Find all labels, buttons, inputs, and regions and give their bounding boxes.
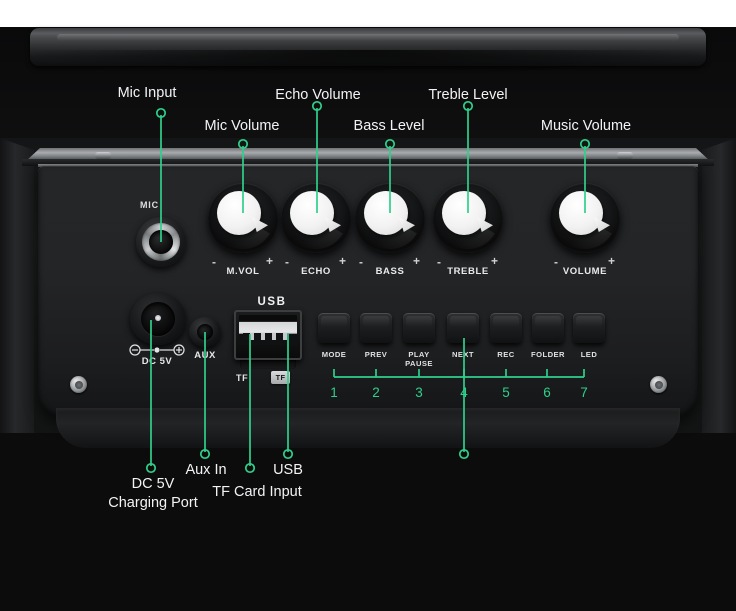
knob-pointer-cap (217, 191, 261, 235)
callout-dc-port-line2: Charging Port (108, 495, 198, 511)
usb-port[interactable] (234, 310, 302, 360)
callout-usb: USB (273, 462, 303, 478)
button-label-led: LED (580, 350, 598, 359)
dc-polarity-symbol (126, 343, 188, 356)
knob-echo[interactable] (281, 183, 351, 253)
knob-volume[interactable] (550, 183, 620, 253)
usb-port-contacts (243, 333, 287, 340)
dc-jack-center-pin (155, 315, 161, 321)
dc-jack-label: DC 5V (141, 356, 173, 367)
callout-aux-in: Aux In (185, 462, 227, 478)
knob-label-volume: VOLUME (562, 266, 608, 277)
callout-tf-card-input: TF Card Input (212, 484, 302, 500)
handle-shadow (20, 50, 716, 76)
knob-pointer-cap (559, 191, 603, 235)
white-margin-top (0, 0, 736, 27)
aux-jack-hole (197, 324, 213, 340)
shell-right-bevel (702, 138, 736, 433)
screw-bottom-right (650, 376, 667, 393)
tf-card-icon: TF (271, 371, 290, 384)
mic-jack-hole (149, 230, 173, 254)
tf-slot-label: TF (236, 373, 249, 383)
mic-input-jack[interactable] (136, 217, 186, 267)
knob-pointer-cap (290, 191, 334, 235)
aux-jack-label: AUX (194, 350, 216, 361)
button-mode[interactable] (318, 313, 350, 343)
callout-dc-port-line1: DC 5V (131, 476, 175, 492)
usb-port-mouth (239, 315, 297, 345)
knob-m-vol[interactable] (208, 183, 278, 253)
mic-jack-label: MIC (140, 200, 159, 210)
button-folder[interactable] (532, 313, 564, 343)
faceplate-bottom-lip (56, 408, 680, 448)
dc-5v-charging-jack[interactable] (130, 293, 186, 345)
knob-bass[interactable] (355, 183, 425, 253)
speaker-control-panel-diagram: MIC DC 5V AUX USB TF TF - + M.VOL - + ECHO - (0, 0, 736, 611)
button-next[interactable] (447, 313, 479, 343)
knob-label-treble: TREBLE (447, 266, 489, 277)
button-play[interactable] (403, 313, 435, 343)
tf-card-slot[interactable] (240, 360, 296, 369)
knob-pointer-cap (364, 191, 408, 235)
trim-nub-left (95, 152, 111, 159)
shell-left-bevel (0, 138, 34, 433)
button-rec[interactable] (490, 313, 522, 343)
button-label2-play: PAUSE (405, 359, 433, 368)
button-led[interactable] (573, 313, 605, 343)
knob-pointer-cap (442, 191, 486, 235)
aux-input-jack[interactable] (189, 317, 221, 347)
button-prev[interactable] (360, 313, 392, 343)
usb-title-label: USB (257, 296, 287, 308)
trim-nub-right (617, 152, 633, 159)
screw-bottom-left (70, 376, 87, 393)
knob-treble[interactable] (433, 183, 503, 253)
